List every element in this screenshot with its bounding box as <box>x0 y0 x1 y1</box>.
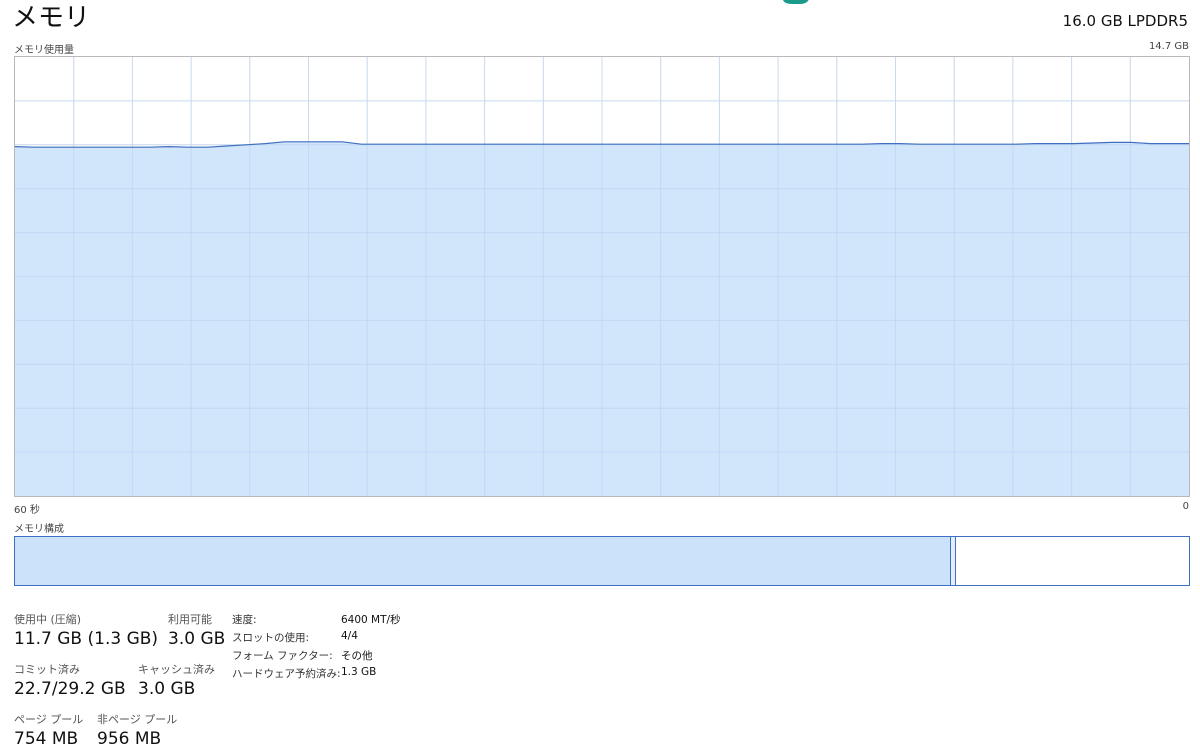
form-factor-value: その他 <box>341 650 373 662</box>
slots-used-label: スロットの使用: <box>232 632 310 644</box>
nonpaged-pool-value: 956 MB <box>97 729 162 749</box>
page-title: メモリ <box>12 3 91 33</box>
speed-label: 速度: <box>232 614 257 626</box>
memory-spec: 16.0 GB LPDDR5 <box>1062 12 1188 30</box>
cached-value: 3.0 GB <box>138 679 196 699</box>
app-logo-icon <box>782 0 809 4</box>
memory-performance-panel: メモリ 16.0 GB LPDDR5 メモリ使用量 14.7 GB 60 秒 0… <box>0 0 1200 756</box>
in-use-value: 11.7 GB (1.3 GB) <box>14 629 159 649</box>
composition-label: メモリ構成 <box>14 524 64 535</box>
time-axis-end-label: 0 <box>1182 501 1189 512</box>
paged-pool-label: ページ プール <box>14 713 84 726</box>
committed-label: コミット済み <box>14 663 80 676</box>
form-factor-label: フォーム ファクター: <box>232 650 333 662</box>
paged-pool-value: 754 MB <box>14 729 79 749</box>
available-value: 3.0 GB <box>168 629 226 649</box>
time-axis-start-label: 60 秒 <box>14 505 40 516</box>
memory-usage-graph <box>14 56 1190 497</box>
nonpaged-pool-label: 非ページ プール <box>97 713 178 726</box>
composition-modified-segment[interactable] <box>951 537 956 585</box>
composition-in-use-segment[interactable] <box>15 537 951 585</box>
committed-value: 22.7/29.2 GB <box>14 679 126 699</box>
memory-composition-bar[interactable] <box>14 536 1190 586</box>
usage-graph-label: メモリ使用量 <box>14 45 74 56</box>
hardware-reserved-value: 1.3 GB <box>341 666 377 678</box>
hardware-reserved-label: ハードウェア予約済み: <box>232 668 341 680</box>
speed-value: 6400 MT/秒 <box>341 614 401 626</box>
in-use-label: 使用中 (圧縮) <box>14 613 82 626</box>
cached-label: キャッシュ済み <box>138 663 215 676</box>
slots-used-value: 4/4 <box>341 630 358 642</box>
memory-usage-chart <box>15 57 1189 496</box>
usage-graph-max-label: 14.7 GB <box>1148 41 1189 52</box>
available-label: 利用可能 <box>168 613 212 626</box>
